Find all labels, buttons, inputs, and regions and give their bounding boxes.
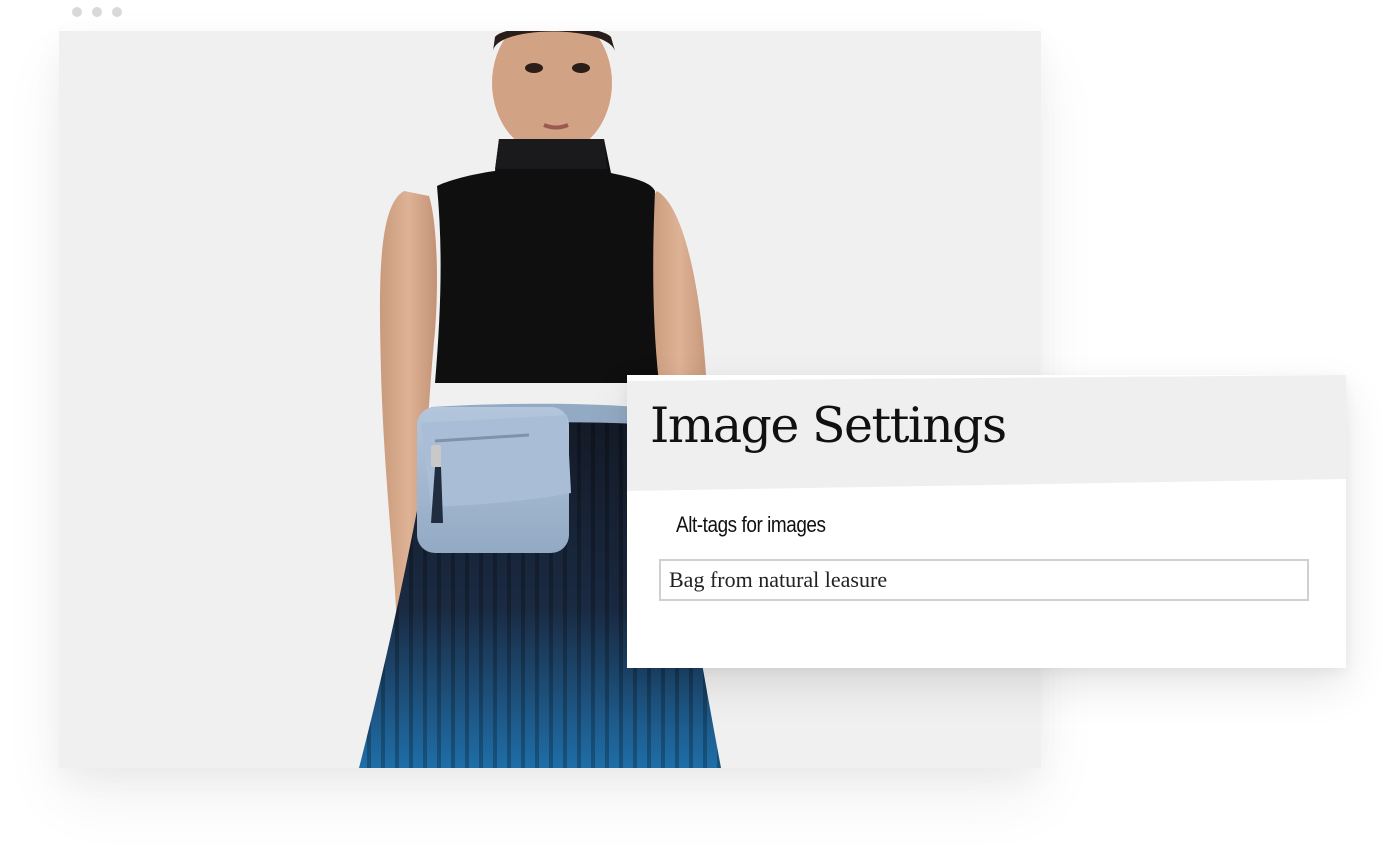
window-controls: [72, 7, 122, 17]
alt-tag-input[interactable]: [659, 559, 1309, 601]
window-dot-icon: [92, 7, 102, 17]
alt-tags-label: Alt-tags for images: [676, 512, 826, 537]
window-dot-icon: [112, 7, 122, 17]
window-dot-icon: [72, 7, 82, 17]
image-settings-panel: Image Settings Alt-tags for images: [627, 375, 1346, 668]
panel-title: Image Settings: [650, 397, 1007, 454]
